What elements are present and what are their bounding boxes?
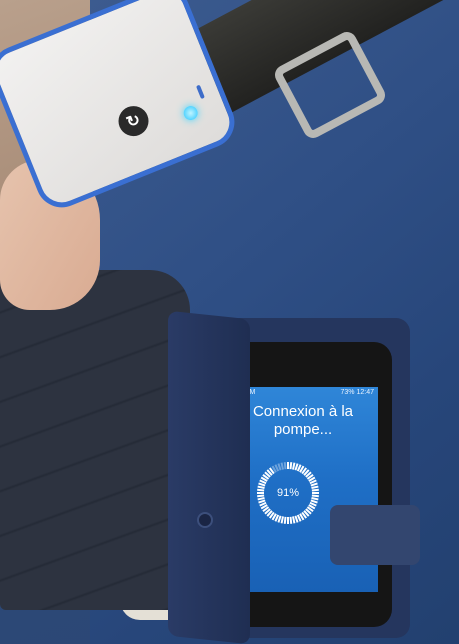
status-battery-time: 73% 12:47 bbox=[340, 389, 374, 396]
case-flap bbox=[168, 310, 250, 644]
photo-scene: ↻ 4YPTM 73% 12:47 Connexion à la pompe..… bbox=[0, 0, 459, 644]
power-logo-icon: ↻ bbox=[113, 101, 154, 141]
case-snap-button bbox=[197, 512, 213, 528]
status-led bbox=[181, 103, 200, 123]
case-tab bbox=[330, 505, 420, 565]
quilted-jacket bbox=[0, 270, 190, 610]
indicator-slot bbox=[195, 84, 205, 100]
progress-percent: 91% bbox=[276, 487, 300, 499]
status-bar: 4YPTM 73% 12:47 bbox=[228, 387, 378, 399]
connection-message: Connexion à la pompe... bbox=[252, 403, 354, 438]
